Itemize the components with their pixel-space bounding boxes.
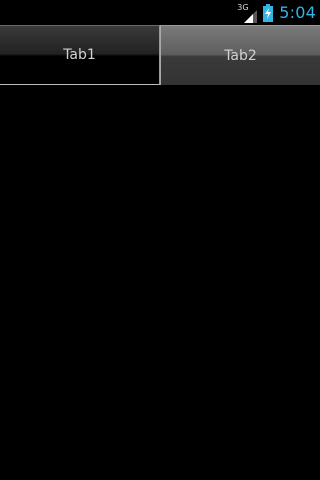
- tab-1[interactable]: Tab1: [0, 25, 160, 85]
- clock: 5:04: [279, 3, 316, 22]
- tab-2-label: Tab2: [224, 47, 257, 64]
- tab-2[interactable]: Tab2: [160, 25, 320, 85]
- tab-1-label: Tab1: [63, 47, 96, 63]
- app-screen: 3G 5:04 Tab1 Tab2: [0, 0, 320, 480]
- battery-charging-icon: [263, 3, 274, 22]
- status-bar: 3G 5:04: [0, 0, 320, 25]
- tab-content-area: [0, 85, 320, 480]
- signal-bars-icon: [244, 9, 258, 23]
- signal-icon: 3G: [237, 3, 258, 23]
- tab-bar: Tab1 Tab2: [0, 25, 320, 85]
- status-icons: 3G 5:04: [237, 0, 316, 25]
